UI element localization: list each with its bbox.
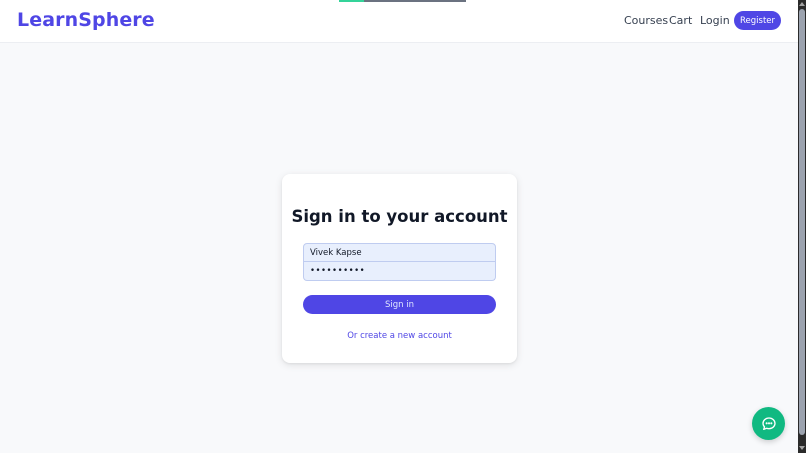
scroll-thumb[interactable] xyxy=(799,9,805,435)
username-input[interactable]: Vivek Kapse xyxy=(303,243,496,262)
brand-logo[interactable]: LearnSphere xyxy=(17,9,155,31)
chat-button[interactable] xyxy=(752,407,785,440)
signin-title: Sign in to your account xyxy=(291,207,508,226)
top-navbar: LearnSphere Courses Cart Login Register xyxy=(0,0,798,43)
register-button[interactable]: Register xyxy=(734,11,781,30)
create-account-link[interactable]: Or create a new account xyxy=(282,331,517,341)
signin-card: Sign in to your account Vivek Kapse ••••… xyxy=(282,174,517,363)
nav-courses-link[interactable]: Courses xyxy=(624,14,668,27)
loading-progress-fill xyxy=(339,0,365,2)
chat-bubble-icon xyxy=(761,416,776,430)
scroll-up-icon[interactable] xyxy=(799,2,805,6)
password-input[interactable]: •••••••••• xyxy=(303,262,496,281)
scroll-down-icon[interactable] xyxy=(799,446,805,450)
signin-button[interactable]: Sign in xyxy=(303,295,496,314)
loading-progress-bar xyxy=(339,0,466,2)
nav-cart-link[interactable]: Cart xyxy=(669,14,692,27)
page-scrollbar[interactable] xyxy=(798,0,806,453)
nav-login-link[interactable]: Login xyxy=(700,14,730,27)
